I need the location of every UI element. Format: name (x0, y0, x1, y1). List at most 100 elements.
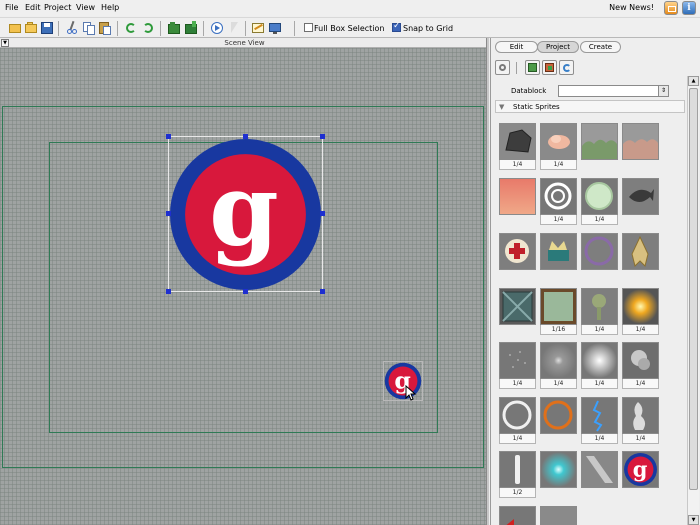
open-folder-icon[interactable] (23, 20, 39, 36)
selected-sprite[interactable]: g (166, 134, 325, 294)
new-project-icon[interactable] (7, 20, 23, 36)
sprite-frame-label: 1/4 (499, 434, 536, 444)
sprite-tile-health-cross[interactable] (499, 233, 536, 270)
sprite-frame-label: 1/4 (540, 215, 577, 225)
menu-bar: File Edit Project View Help New News! i (0, 0, 700, 16)
sprite-tile-small-glow[interactable] (540, 342, 577, 379)
copy-icon[interactable] (81, 20, 97, 36)
sprite-tile-sunset-gradient[interactable] (499, 178, 536, 215)
resize-handle[interactable] (243, 134, 248, 139)
sprite-tile-white-flare[interactable] (581, 342, 618, 379)
sprite-tile-light-bar[interactable] (499, 451, 536, 488)
gear-icon[interactable] (495, 60, 510, 75)
panel-splitter[interactable] (486, 38, 489, 525)
sprite-tile-cyan-glow[interactable] (540, 451, 577, 488)
sprite-tile-red-arrow[interactable] (499, 506, 536, 525)
resize-handle[interactable] (320, 289, 325, 294)
mouse-cursor-icon (405, 384, 417, 403)
sprite-frame-label: 1/4 (581, 379, 618, 389)
scene-canvas[interactable]: g g (0, 48, 489, 525)
full-box-selection-label: Full Box Selection (314, 24, 385, 33)
sprite-tile-green-glow-orb[interactable] (581, 178, 618, 215)
sprite-tile-metal-crate[interactable] (499, 288, 536, 325)
sprite-tile-dark-fish[interactable] (622, 178, 659, 215)
full-box-selection-checkbox[interactable] (304, 23, 313, 32)
snap-to-grid-checkbox[interactable] (392, 21, 401, 32)
info-icon[interactable]: i (682, 1, 696, 15)
sprite-frame-label: 1/4 (622, 379, 659, 389)
sprite-tile-gray-tile[interactable] (540, 506, 577, 525)
menu-help[interactable]: Help (101, 3, 119, 12)
undo-icon[interactable] (123, 20, 139, 36)
tab-edit[interactable]: Edit (495, 41, 538, 53)
sprite-tile-red-hills[interactable] (622, 123, 659, 160)
resize-handle[interactable] (166, 134, 171, 139)
sprite-frame-label: 1/4 (622, 325, 659, 335)
menu-edit[interactable]: Edit (25, 3, 41, 12)
static-sprites-section[interactable]: ▼ Static Sprites (495, 100, 685, 113)
animation-icon[interactable] (559, 60, 574, 75)
monitor-icon[interactable] (267, 20, 283, 36)
menu-project[interactable]: Project (44, 3, 71, 12)
sprite-tile-purple-ring[interactable] (581, 233, 618, 270)
scene-view-header: Scene View ▼ (0, 38, 489, 48)
scroll-down-icon[interactable]: ▼ (688, 515, 699, 525)
sprite-tile-g-logo[interactable]: g (622, 451, 659, 488)
redo-icon[interactable] (140, 20, 156, 36)
sprite-frame-label: 1/2 (499, 488, 536, 498)
sprite-frame-label: 1/4 (540, 160, 577, 170)
sprite-tile-green-frame[interactable] (540, 288, 577, 325)
sprite-tile-white-spiral[interactable] (540, 178, 577, 215)
resize-handle[interactable] (166, 211, 171, 216)
collapse-arrow-icon[interactable]: ▼ (1, 39, 9, 47)
sprite-tile-crown-emblem[interactable] (540, 233, 577, 270)
image-map-icon[interactable] (525, 60, 540, 75)
pointer-icon[interactable] (226, 20, 242, 36)
sprite-tile-orange-ring[interactable] (540, 397, 577, 434)
scroll-up-icon[interactable]: ▲ (688, 76, 699, 86)
tab-project[interactable]: Project (537, 41, 579, 53)
menu-view[interactable]: View (76, 3, 95, 12)
tileset-icon[interactable] (542, 60, 557, 75)
resize-handle[interactable] (320, 134, 325, 139)
sprite-tile-pink-shell[interactable] (540, 123, 577, 160)
import-image-icon[interactable] (166, 20, 182, 36)
snap-to-grid-label: Snap to Grid (403, 24, 454, 33)
edit-script-icon[interactable] (250, 20, 266, 36)
mail-icon[interactable] (664, 1, 678, 15)
scroll-thumb[interactable] (689, 88, 698, 490)
sprite-tile-tree-tiles[interactable] (581, 288, 618, 325)
sprite-frame-label: 1/4 (581, 325, 618, 335)
cut-icon[interactable] (64, 20, 80, 36)
dropdown-arrow-icon: ⇕ (658, 86, 668, 96)
tab-create[interactable]: Create (580, 41, 621, 53)
save-icon[interactable] (39, 20, 55, 36)
play-icon[interactable] (209, 20, 225, 36)
resize-handle[interactable] (166, 289, 171, 294)
sprite-tile-white-smoke[interactable] (622, 397, 659, 434)
sprite-tile-green-hills[interactable] (581, 123, 618, 160)
dragged-sprite[interactable]: g (383, 361, 423, 401)
sprite-frame-label: 1/16 (540, 325, 577, 335)
sprite-tile-streak[interactable] (581, 451, 618, 488)
sprite-tile-white-ring[interactable] (499, 397, 536, 434)
menu-file[interactable]: File (5, 3, 18, 12)
sprite-tile-lightning[interactable] (581, 397, 618, 434)
sprite-tile-smoke-puff[interactable] (622, 342, 659, 379)
resize-handle[interactable] (243, 289, 248, 294)
vertical-scrollbar[interactable]: ▲ ▼ (687, 76, 699, 525)
sprite-tile-gold-ship[interactable] (622, 233, 659, 270)
datablock-select[interactable]: ⇕ (558, 85, 669, 97)
sprite-frame-label: 1/4 (499, 160, 536, 170)
sprite-tile-dots-particles[interactable] (499, 342, 536, 379)
paste-icon[interactable] (97, 20, 113, 36)
sprite-frame-label: 1/4 (581, 434, 618, 444)
sprite-tile-yellow-spark[interactable] (622, 288, 659, 325)
export-icon[interactable] (183, 20, 199, 36)
scene-view-title: Scene View (224, 39, 265, 47)
resize-handle[interactable] (320, 211, 325, 216)
static-sprites-title: Static Sprites (513, 103, 560, 111)
new-news-link[interactable]: New News! (609, 3, 654, 12)
sprite-tile-rock[interactable] (499, 123, 536, 160)
svg-text:g: g (633, 457, 648, 482)
